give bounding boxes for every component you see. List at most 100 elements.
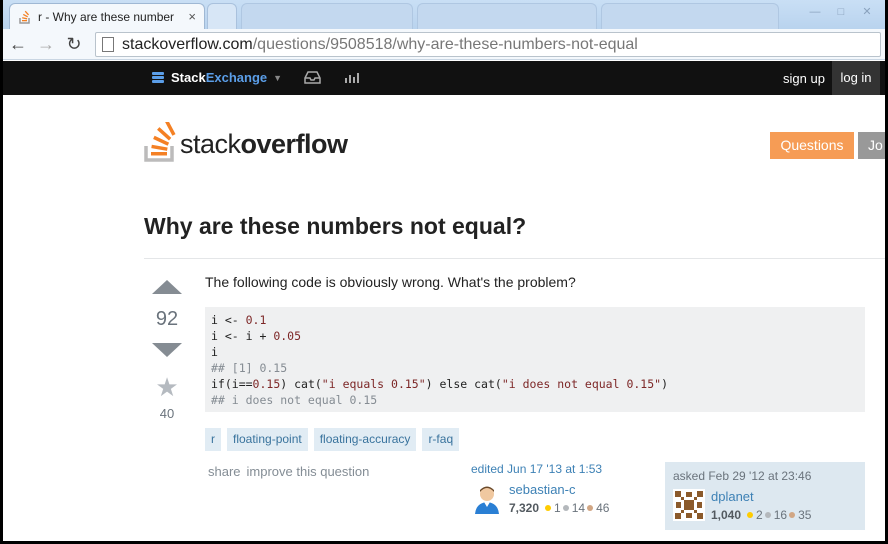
code-token: 0.15 xyxy=(252,377,281,391)
editor-signature: edited Jun 17 '13 at 1:53 sebastian-c 7,… xyxy=(471,462,661,522)
vote-count: 92 xyxy=(155,308,179,330)
bronze-badge-icon xyxy=(789,512,796,519)
stackexchange-logo-icon xyxy=(152,71,164,84)
code-block: i <- 0.1 i <- i + 0.05 i ## [1] 0.15 if(i==0… xyxy=(205,307,865,412)
code-line: i <- 0.1 xyxy=(211,312,859,328)
inbox-icon[interactable] xyxy=(304,71,321,84)
stackoverflow-logo[interactable]: stackoverflow xyxy=(144,122,348,162)
silver-badge-icon xyxy=(764,512,771,519)
owner-silver-count: 16 xyxy=(773,508,788,522)
editor-username[interactable]: sebastian-c xyxy=(509,482,609,497)
forward-arrow-icon[interactable]: → xyxy=(35,33,57,55)
owner-signature: asked Feb 29 '12 at 23:46 dplanet 1,040 2… xyxy=(665,462,865,530)
share-link[interactable]: share xyxy=(208,464,241,479)
achievements-icon[interactable] xyxy=(344,71,360,83)
stackoverflow-favicon-icon xyxy=(19,10,30,24)
bronze-badge-icon xyxy=(587,505,594,512)
login-link[interactable]: log in xyxy=(832,61,880,95)
browser-toolbar: ← → ↻ stackoverflow.com/questions/950851… xyxy=(3,29,885,60)
stackexchange-topbar: Stack Exchange ▼ sign up log in xyxy=(3,61,885,95)
signup-link[interactable]: sign up xyxy=(783,71,825,86)
editor-reputation: 7,320 1 14 46 xyxy=(509,501,609,515)
tab-strip: r - Why are these number × — □ ✕ xyxy=(3,0,885,29)
owner-username[interactable]: dplanet xyxy=(711,489,811,504)
chevron-down-icon: ▼ xyxy=(273,72,283,83)
question-body-text: The following code is obviously wrong. W… xyxy=(205,274,576,290)
owner-reputation: 1,040 2 16 35 xyxy=(711,508,811,522)
tag-floating-point[interactable]: floating-point xyxy=(227,428,308,451)
code-token: i xyxy=(211,345,218,359)
title-divider xyxy=(144,258,885,259)
code-token: 0.1 xyxy=(245,313,267,327)
new-tab-button[interactable] xyxy=(207,3,237,29)
brand-exchange: Exchange xyxy=(205,70,268,85)
tag-floating-accuracy[interactable]: floating-accuracy xyxy=(313,428,417,451)
close-window-icon[interactable]: ✕ xyxy=(855,4,879,20)
improve-question-link[interactable]: improve this question xyxy=(247,464,370,479)
question-title[interactable]: Why are these numbers not equal? xyxy=(144,213,526,240)
code-token: i <- xyxy=(211,313,246,327)
gold-badge-icon xyxy=(545,505,552,512)
owner-bronze-count: 35 xyxy=(798,508,812,522)
edited-timestamp[interactable]: edited Jun 17 '13 at 1:53 xyxy=(471,462,661,476)
reload-icon[interactable]: ↻ xyxy=(63,33,85,55)
logo-overflow: overflow xyxy=(240,129,349,159)
window-controls: — □ ✕ xyxy=(803,4,879,20)
code-token: ## [1] 0.15 xyxy=(211,361,288,375)
brand-stack: Stack xyxy=(171,70,206,85)
browser-window: r - Why are these number × — □ ✕ ← → ↻ s… xyxy=(3,0,885,541)
code-line: i <- i + 0.05 xyxy=(211,328,859,344)
page-icon xyxy=(102,37,114,52)
code-token: 0.05 xyxy=(273,329,302,343)
gold-badge-icon xyxy=(747,512,754,519)
address-bar[interactable]: stackoverflow.com/questions/9508518/why-… xyxy=(95,32,881,57)
tag-list: r floating-point floating-accuracy r-faq xyxy=(205,428,460,451)
silver-badge-icon xyxy=(562,505,569,512)
editor-silver-count: 14 xyxy=(571,501,586,515)
code-token: "i does not equal 0.15" xyxy=(501,377,662,391)
tab-title: r - Why are these number xyxy=(38,9,175,24)
tag-r[interactable]: r xyxy=(205,428,221,451)
code-token: if(i== xyxy=(211,377,253,391)
code-token: ) else cat( xyxy=(425,377,502,391)
background-tab-1[interactable] xyxy=(241,3,413,29)
tab-active[interactable]: r - Why are these number × xyxy=(9,3,205,29)
minimize-icon[interactable]: — xyxy=(803,4,827,20)
code-line: ## i does not equal 0.15 xyxy=(211,392,859,408)
favorite-count: 40 xyxy=(159,406,175,421)
code-line: ## [1] 0.15 xyxy=(211,360,859,376)
downvote-arrow-icon[interactable] xyxy=(152,343,182,357)
code-line: if(i==0.15) cat("i equals 0.15") else ca… xyxy=(211,376,859,392)
owner-avatar[interactable] xyxy=(673,489,705,521)
editor-avatar[interactable] xyxy=(471,482,503,514)
tag-r-faq[interactable]: r-faq xyxy=(422,428,460,451)
stackoverflow-logo-icon xyxy=(144,122,176,162)
maximize-icon[interactable]: □ xyxy=(829,4,853,20)
favorite-star-icon[interactable]: ★ xyxy=(144,372,190,403)
tab-close-icon[interactable]: × xyxy=(188,9,196,24)
code-token: i <- i + xyxy=(211,329,274,343)
code-token: ) xyxy=(661,377,669,391)
code-token: "i equals 0.15" xyxy=(321,377,426,391)
editor-bronze-count: 46 xyxy=(596,501,610,515)
asked-timestamp[interactable]: asked Feb 29 '12 at 23:46 xyxy=(673,469,857,483)
owner-rep-score: 1,040 xyxy=(711,508,742,522)
logo-stack: stack xyxy=(180,129,241,159)
editor-gold-count: 1 xyxy=(554,501,561,515)
logo-wordmark: stackoverflow xyxy=(180,129,348,160)
url-path: /questions/9508518/why-are-these-numbers… xyxy=(252,35,638,53)
back-arrow-icon[interactable]: ← xyxy=(7,33,29,55)
upvote-arrow-icon[interactable] xyxy=(152,280,182,294)
background-tab-2[interactable] xyxy=(417,3,597,29)
background-tab-3[interactable] xyxy=(601,3,779,29)
jobs-nav-button[interactable]: Jo xyxy=(858,132,885,159)
url-host: stackoverflow.com xyxy=(122,35,253,53)
questions-nav-button[interactable]: Questions xyxy=(770,132,854,159)
code-token: ## i does not equal 0.15 xyxy=(211,393,378,407)
post-menu: share improve this question xyxy=(208,464,375,479)
editor-rep-score: 7,320 xyxy=(509,501,540,515)
owner-gold-count: 2 xyxy=(756,508,763,522)
code-token: ) cat( xyxy=(280,377,322,391)
stackexchange-menu[interactable]: Stack Exchange ▼ xyxy=(152,70,282,85)
code-line: i xyxy=(211,344,859,360)
